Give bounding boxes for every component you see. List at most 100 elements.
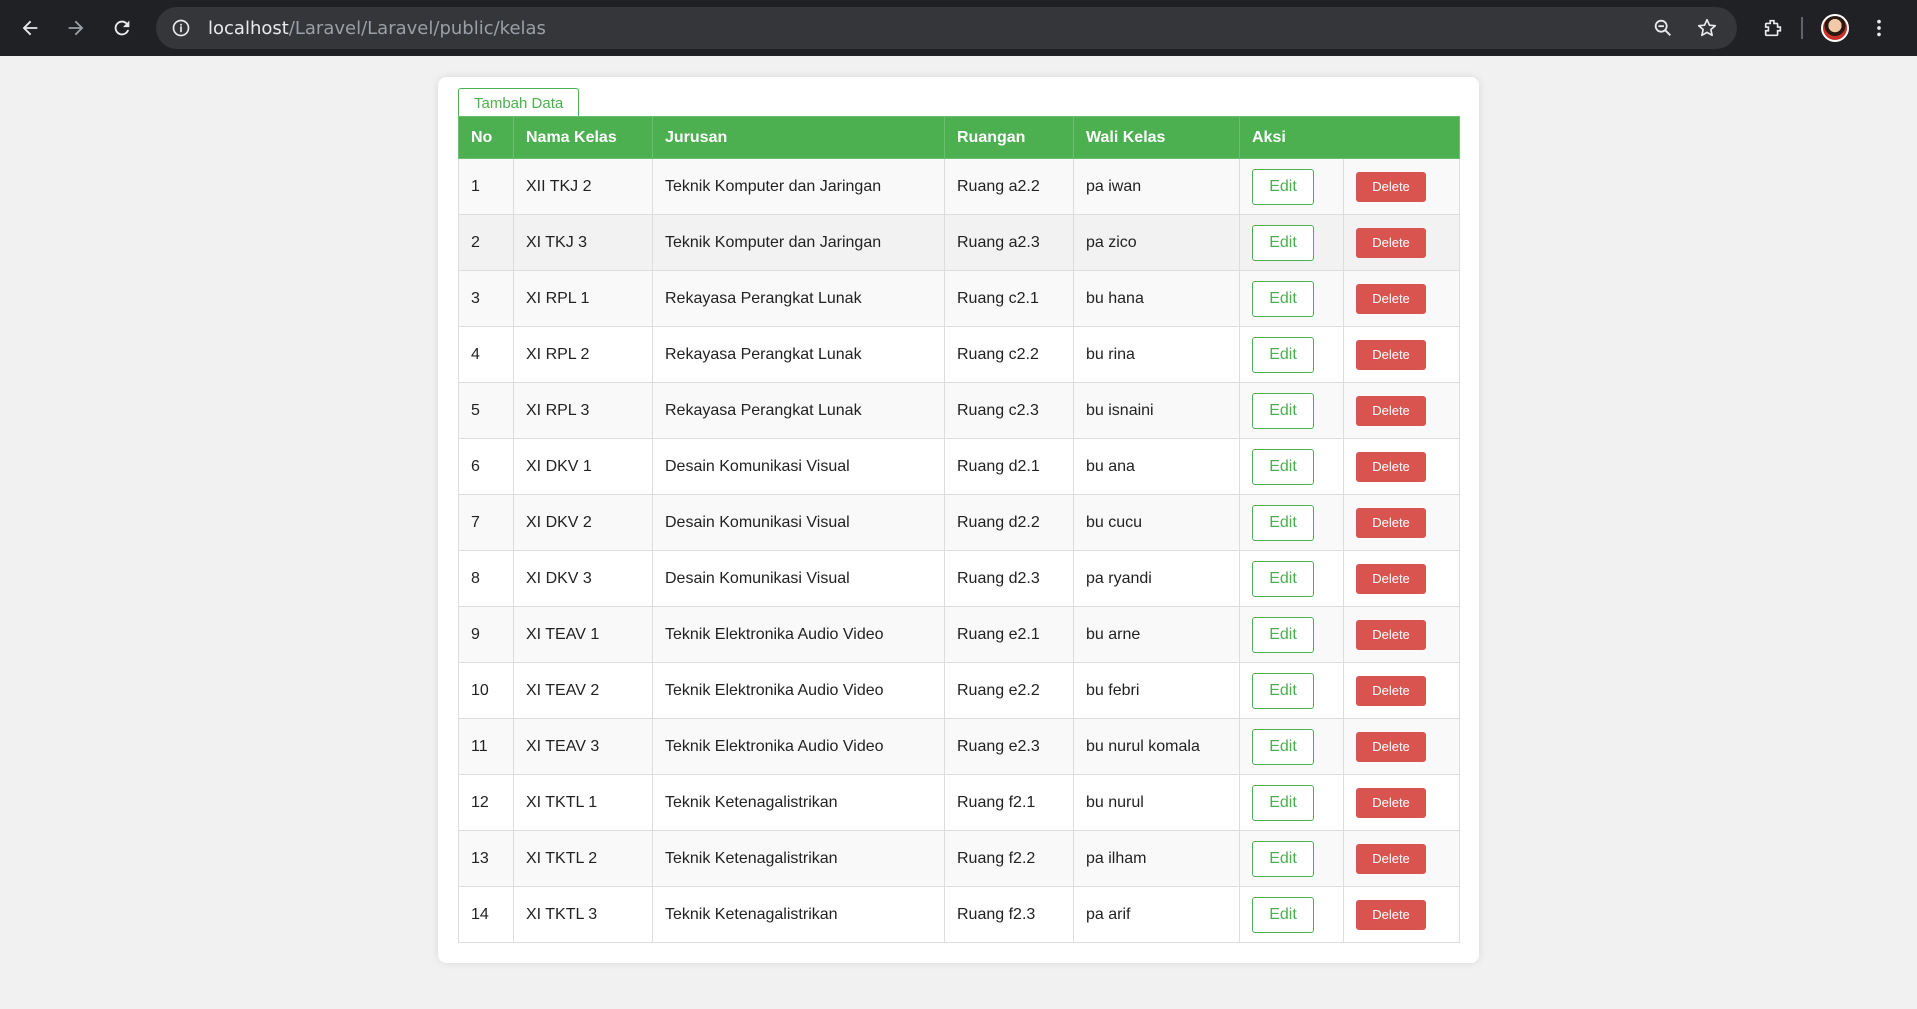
cell-wali-kelas: bu febri [1073,662,1240,719]
forward-button[interactable] [56,8,96,48]
menu-kebab-icon[interactable] [1859,8,1899,48]
cell-jurusan: Teknik Elektronika Audio Video [652,718,945,775]
table-row: 8 XI DKV 3 Desain Komunikasi Visual Ruang d… [458,550,1461,607]
cell-edit: Edit [1239,718,1344,775]
cell-nama-kelas: XI DKV 1 [513,438,653,495]
cell-delete: Delete [1342,662,1461,719]
edit-button[interactable]: Edit [1252,896,1314,933]
delete-button[interactable]: Delete [1356,171,1426,202]
toolbar-divider [1801,17,1803,39]
cell-jurusan: Teknik Ketenagalistrikan [652,886,945,943]
delete-button[interactable]: Delete [1356,899,1426,930]
cell-no: 8 [458,550,514,607]
table-header-row: No Nama Kelas Jurusan Ruangan Wali Kelas… [458,116,1461,159]
cell-edit: Edit [1239,214,1344,271]
edit-button[interactable]: Edit [1252,784,1314,821]
header-jurusan: Jurusan [652,116,945,159]
table-row: 9 XI TEAV 1 Teknik Elektronika Audio Video… [458,606,1461,663]
table-row: 7 XI DKV 2 Desain Komunikasi Visual Ruang d… [458,494,1461,551]
cell-no: 5 [458,382,514,439]
profile-avatar[interactable] [1815,8,1855,48]
cell-ruangan: Ruang f2.3 [944,886,1074,943]
cell-jurusan: Teknik Elektronika Audio Video [652,606,945,663]
cell-ruangan: Ruang c2.3 [944,382,1074,439]
cell-delete: Delete [1342,886,1461,943]
url-text[interactable]: localhost/Laravel/Laravel/public/kelas [208,18,546,39]
table-row: 11 XI TEAV 3 Teknik Elektronika Audio Vide… [458,718,1461,775]
edit-button[interactable]: Edit [1252,392,1314,429]
cell-no: 9 [458,606,514,663]
edit-button[interactable]: Edit [1252,616,1314,653]
cell-edit: Edit [1239,774,1344,831]
cell-delete: Delete [1342,774,1461,831]
table-row: 6 XI DKV 1 Desain Komunikasi Visual Ruang d… [458,438,1461,495]
cell-jurusan: Desain Komunikasi Visual [652,550,945,607]
zoom-icon[interactable] [1645,10,1681,46]
edit-button[interactable]: Edit [1252,448,1314,485]
cell-ruangan: Ruang a2.2 [944,158,1074,215]
table-card: Tambah Data No Nama Kelas Jurusan Ruanga… [438,77,1479,963]
table-row: 5 XI RPL 3 Rekayasa Perangkat Lunak Ruang c… [458,382,1461,439]
edit-button[interactable]: Edit [1252,840,1314,877]
cell-delete: Delete [1342,830,1461,887]
delete-button[interactable]: Delete [1356,227,1426,258]
back-button[interactable] [10,8,50,48]
delete-button[interactable]: Delete [1356,675,1426,706]
delete-button[interactable]: Delete [1356,563,1426,594]
cell-wali-kelas: bu rina [1073,326,1240,383]
edit-button[interactable]: Edit [1252,168,1314,205]
table-row: 14 XI TKTL 3 Teknik Ketenagalistrikan Ruang… [458,886,1461,943]
edit-button[interactable]: Edit [1252,672,1314,709]
cell-wali-kelas: pa zico [1073,214,1240,271]
delete-button[interactable]: Delete [1356,283,1426,314]
cell-wali-kelas: bu hana [1073,270,1240,327]
cell-jurusan: Teknik Ketenagalistrikan [652,830,945,887]
bookmark-star-icon[interactable] [1689,10,1725,46]
cell-nama-kelas: XI DKV 2 [513,494,653,551]
cell-wali-kelas: bu isnaini [1073,382,1240,439]
cell-wali-kelas: bu nurul [1073,774,1240,831]
table-row: 12 XI TKTL 1 Teknik Ketenagalistrikan Ruang… [458,774,1461,831]
edit-button[interactable]: Edit [1252,224,1314,261]
table-body: 1 XII TKJ 2 Teknik Komputer dan Jaringan Ru… [458,158,1461,943]
cell-no: 2 [458,214,514,271]
cell-ruangan: Ruang a2.3 [944,214,1074,271]
edit-button[interactable]: Edit [1252,280,1314,317]
edit-button[interactable]: Edit [1252,504,1314,541]
cell-no: 1 [458,158,514,215]
add-data-button[interactable]: Tambah Data [458,88,580,116]
edit-button[interactable]: Edit [1252,336,1314,373]
cell-nama-kelas: XI TKTL 1 [513,774,653,831]
reload-button[interactable] [102,8,142,48]
delete-button[interactable]: Delete [1356,507,1426,538]
header-no: No [458,116,514,159]
cell-no: 10 [458,662,514,719]
cell-edit: Edit [1239,438,1344,495]
cell-nama-kelas: XI TEAV 1 [513,606,653,663]
cell-delete: Delete [1342,326,1461,383]
address-bar[interactable]: localhost/Laravel/Laravel/public/kelas [156,7,1737,49]
cell-jurusan: Rekayasa Perangkat Lunak [652,270,945,327]
cell-edit: Edit [1239,830,1344,887]
site-info-icon[interactable] [166,13,196,43]
delete-button[interactable]: Delete [1356,395,1426,426]
edit-button[interactable]: Edit [1252,728,1314,765]
cell-no: 13 [458,830,514,887]
cell-jurusan: Teknik Ketenagalistrikan [652,774,945,831]
cell-wali-kelas: pa arif [1073,886,1240,943]
cell-nama-kelas: XI TEAV 3 [513,718,653,775]
delete-button[interactable]: Delete [1356,843,1426,874]
delete-button[interactable]: Delete [1356,339,1426,370]
cell-edit: Edit [1239,158,1344,215]
cell-ruangan: Ruang e2.2 [944,662,1074,719]
edit-button[interactable]: Edit [1252,560,1314,597]
delete-button[interactable]: Delete [1356,451,1426,482]
cell-no: 6 [458,438,514,495]
cell-delete: Delete [1342,438,1461,495]
extensions-icon[interactable] [1753,8,1793,48]
delete-button[interactable]: Delete [1356,619,1426,650]
delete-button[interactable]: Delete [1356,787,1426,818]
cell-jurusan: Teknik Elektronika Audio Video [652,662,945,719]
delete-button[interactable]: Delete [1356,731,1426,762]
cell-nama-kelas: XI RPL 2 [513,326,653,383]
